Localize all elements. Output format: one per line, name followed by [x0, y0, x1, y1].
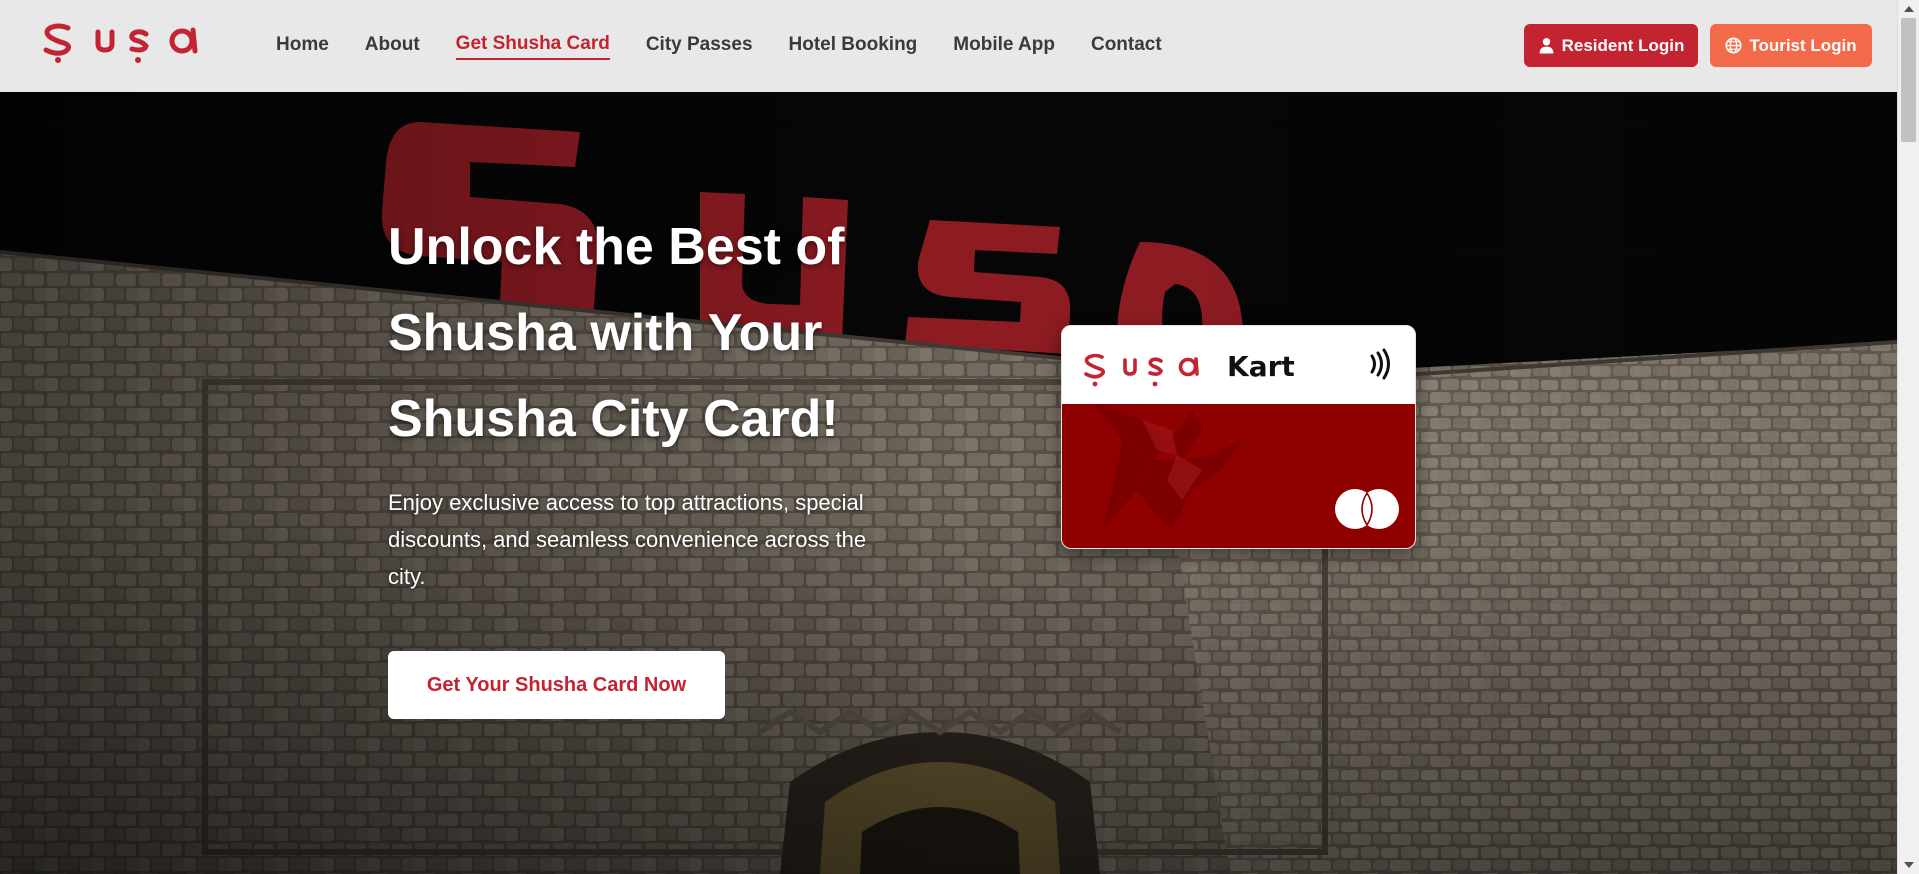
hero-title-line-3: Shusha City Card!: [388, 390, 839, 448]
card-kart-label: Kart: [1227, 350, 1295, 383]
scroll-thumb[interactable]: [1901, 18, 1916, 142]
susa-logo-icon: [43, 23, 198, 63]
main-nav: Home About Get Shusha Card City Passes H…: [276, 0, 1198, 92]
resident-login-label: Resident Login: [1561, 35, 1685, 55]
nav-mobile-app[interactable]: Mobile App: [953, 34, 1055, 59]
hero-title-line-1: Unlock the Best of: [388, 218, 845, 276]
nav-contact[interactable]: Contact: [1091, 34, 1162, 59]
scroll-up-arrow-icon[interactable]: [1904, 6, 1914, 12]
site-header: Home About Get Shusha Card City Passes H…: [0, 0, 1897, 92]
contactless-icon: [1370, 348, 1390, 380]
nav-home[interactable]: Home: [276, 34, 329, 59]
nav-get-shusha-card[interactable]: Get Shusha Card: [455, 33, 610, 60]
hero-section: Unlock the Best of Shusha with Your Shus…: [0, 92, 1897, 874]
user-icon: [1539, 38, 1554, 54]
shusha-city-card: Kart: [1061, 325, 1416, 549]
tourist-login-label: Tourist Login: [1749, 35, 1857, 55]
card-header: Kart: [1062, 326, 1415, 404]
hero-title: Unlock the Best of Shusha with Your Shus…: [388, 204, 948, 462]
card-susa-logo: [1084, 353, 1199, 387]
page: Home About Get Shusha Card City Passes H…: [0, 0, 1919, 874]
card-bird-emblem: [1095, 404, 1242, 530]
tourist-login-button[interactable]: Tourist Login: [1710, 24, 1872, 67]
card-body: [1062, 404, 1415, 548]
scroll-down-arrow-icon[interactable]: [1904, 862, 1914, 868]
nav-city-passes[interactable]: City Passes: [646, 34, 753, 59]
hero-title-line-2: Shusha with Your: [388, 304, 823, 362]
hero-overlay: [0, 92, 1897, 874]
get-card-cta-button[interactable]: Get Your Shusha Card Now: [388, 651, 725, 719]
page-scrollbar[interactable]: [1897, 0, 1919, 874]
mastercard-icon: [1335, 489, 1399, 529]
site-logo[interactable]: [40, 16, 215, 64]
hero-description: Enjoy exclusive access to top attraction…: [388, 490, 867, 589]
resident-login-button[interactable]: Resident Login: [1524, 24, 1698, 67]
nav-hotel-booking[interactable]: Hotel Booking: [789, 34, 918, 59]
nav-about[interactable]: About: [365, 34, 420, 59]
globe-icon: [1725, 37, 1742, 54]
